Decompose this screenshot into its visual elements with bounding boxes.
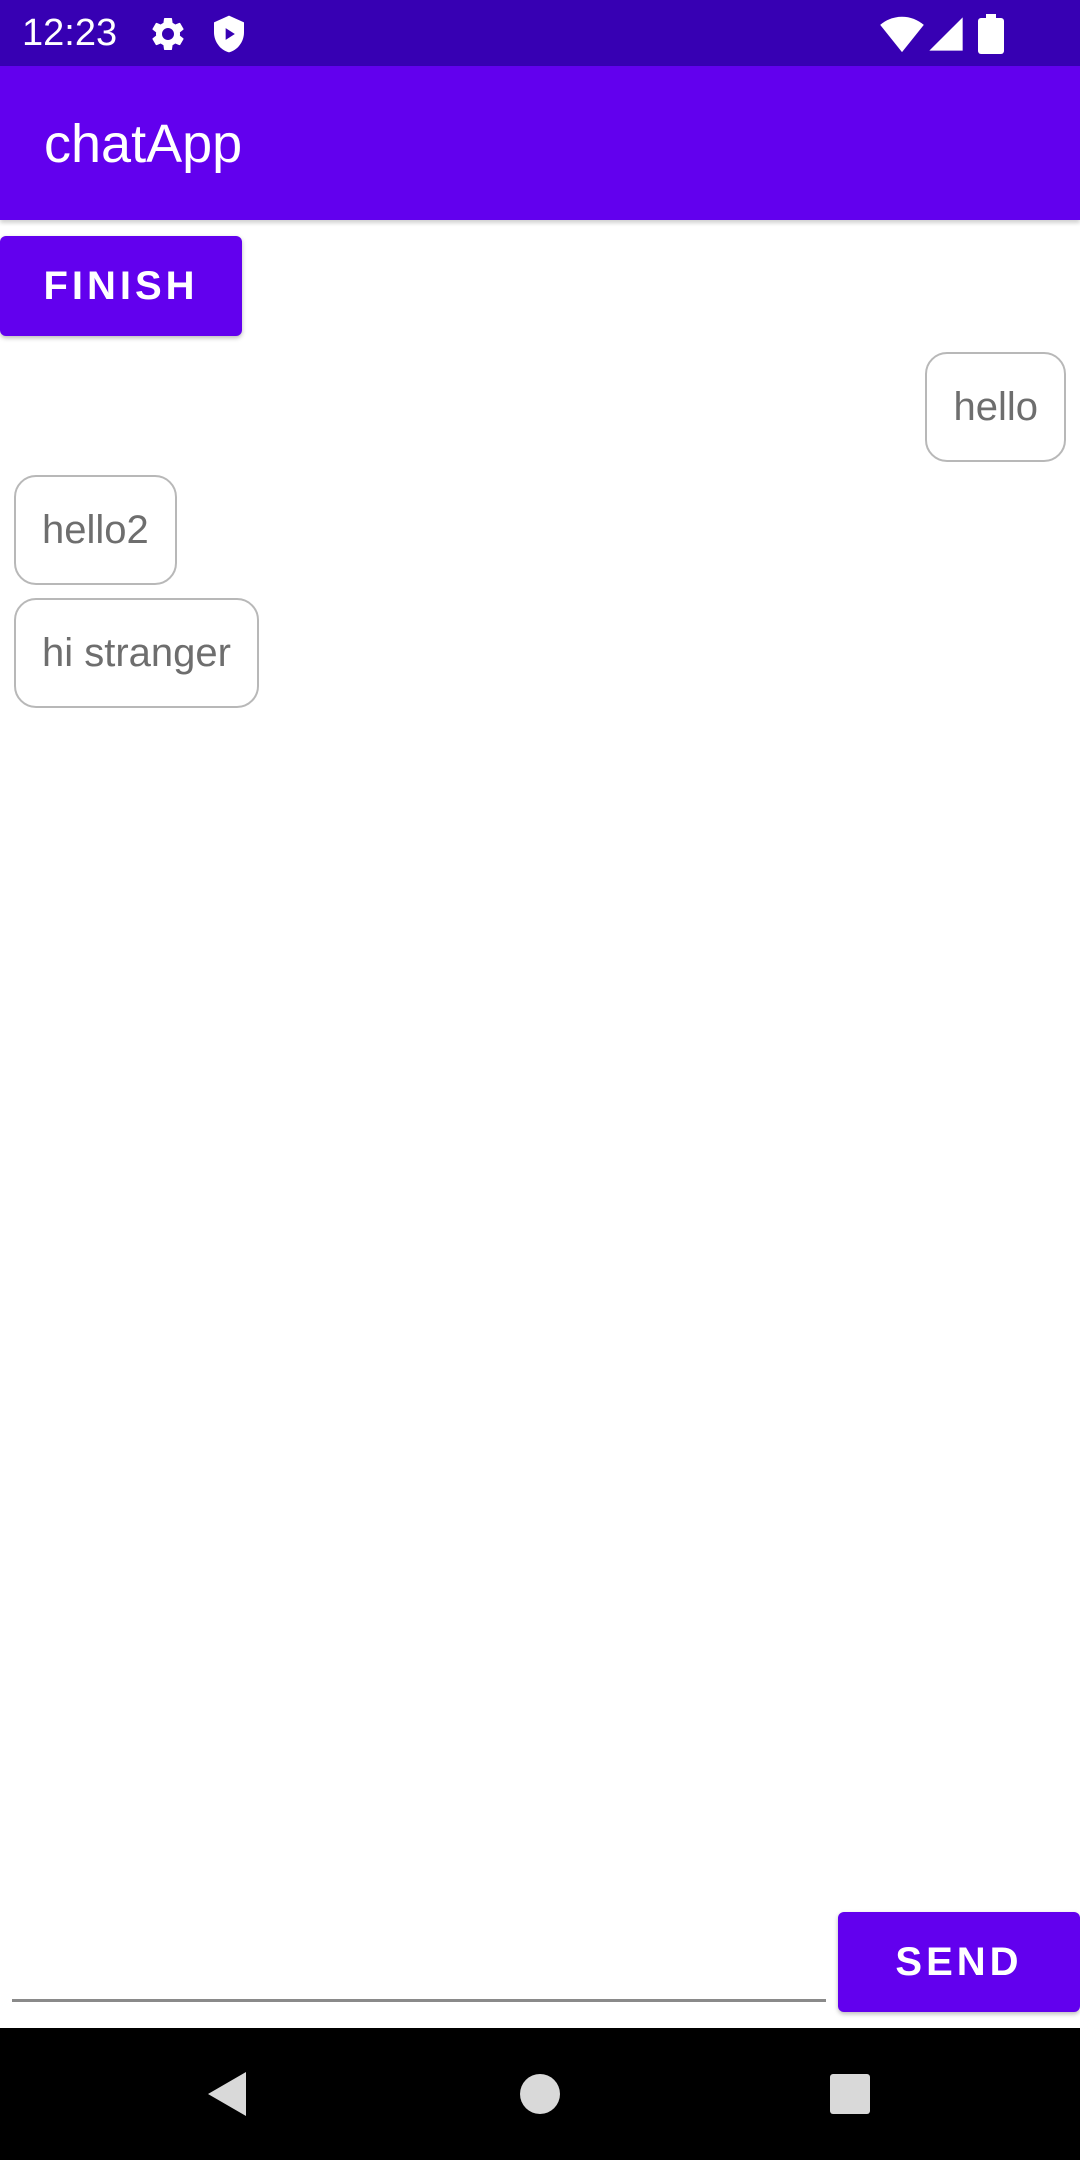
message-composer <box>12 1910 826 2006</box>
send-button[interactable]: SEND <box>838 1912 1080 2012</box>
wifi-icon <box>880 14 924 54</box>
gear-icon <box>148 14 188 54</box>
finish-button[interactable]: FINISH <box>0 236 242 336</box>
app-title: chatApp <box>44 114 243 174</box>
status-time: 12:23 <box>22 12 118 54</box>
battery-icon <box>978 14 1004 54</box>
message-input[interactable] <box>12 1910 826 2002</box>
message-bubble-received: hi stranger <box>14 598 259 708</box>
system-nav-bar <box>0 2028 1080 2160</box>
app-bar: chatApp <box>0 66 1080 220</box>
signal-icon <box>926 14 966 54</box>
recents-icon[interactable] <box>820 2064 880 2124</box>
status-bar: 12:23 <box>0 0 1080 66</box>
message-bubble-sent: hello <box>925 352 1066 462</box>
shield-icon <box>209 14 249 54</box>
screen: 12:23 chatApp FINISH hello hello2 hi str… <box>0 0 1080 2160</box>
message-bubble-received: hello2 <box>14 475 177 585</box>
home-icon[interactable] <box>510 2064 570 2124</box>
back-icon[interactable] <box>196 2064 256 2124</box>
